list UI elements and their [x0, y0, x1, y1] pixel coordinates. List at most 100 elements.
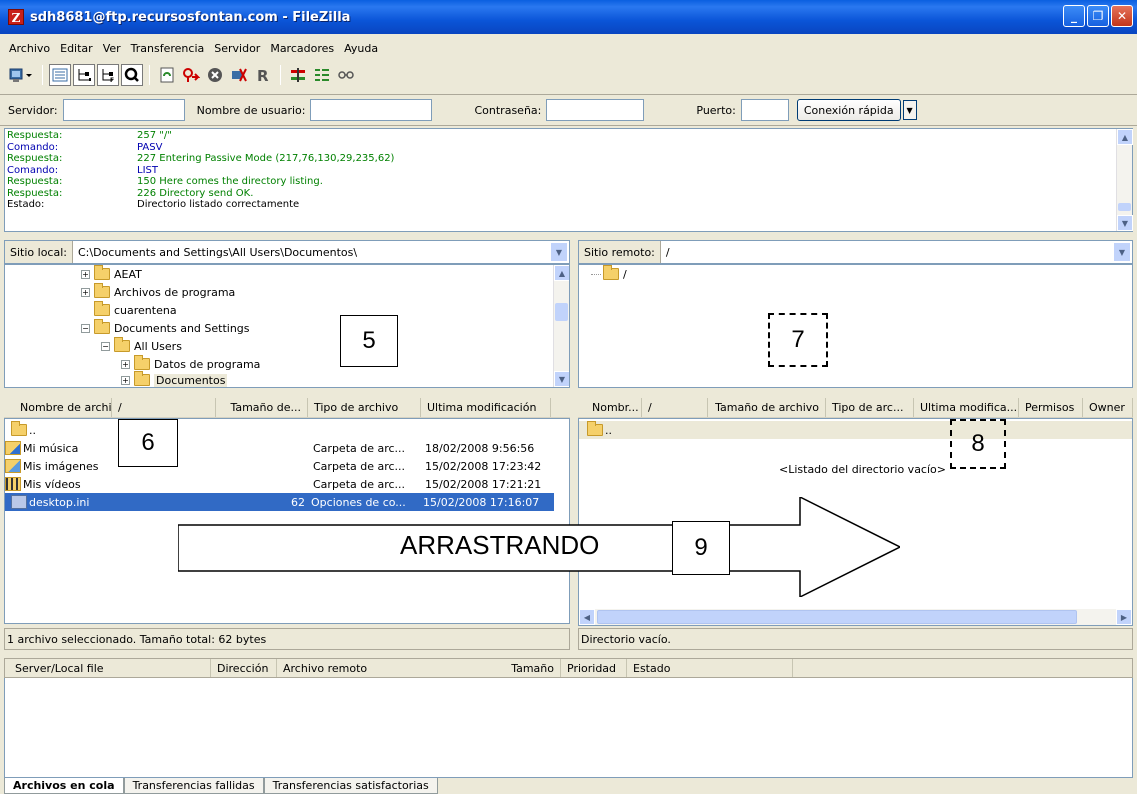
chevron-down-icon[interactable]: ▼ [551, 243, 567, 261]
folder-icon [94, 265, 110, 280]
local-path-input[interactable]: C:\Documents and Settings\All Users\Docu… [73, 246, 551, 259]
tree-item[interactable]: cuarentena [94, 301, 177, 319]
collapse-icon[interactable]: − [81, 323, 90, 333]
log-scroll-thumb[interactable] [1118, 203, 1131, 211]
scroll-left-icon[interactable]: ◀ [579, 609, 595, 625]
minimize-button[interactable]: _ [1063, 5, 1085, 27]
col-filename[interactable]: Nombr... [578, 398, 642, 417]
toolbar-separator [42, 65, 43, 85]
col-permissions[interactable]: Permisos [1019, 398, 1083, 417]
col-server-local-file[interactable]: Server/Local file [5, 659, 211, 677]
menu-marcadores[interactable]: Marcadores [265, 42, 339, 55]
col-type[interactable]: Tipo de arc... [826, 398, 914, 417]
reconnect-icon[interactable]: R [252, 64, 274, 86]
menu-servidor[interactable]: Servidor [209, 42, 265, 55]
expand-icon[interactable]: + [81, 287, 90, 297]
folder-up-icon [11, 421, 27, 436]
toggle-log-icon[interactable] [49, 64, 71, 86]
maximize-button[interactable]: ❐ [1087, 5, 1109, 27]
log-scrollbar[interactable]: ▲ ▼ [1116, 129, 1133, 231]
tree-item[interactable]: / [591, 265, 627, 283]
tree-item[interactable]: − Documents and Settings [81, 319, 250, 337]
folder-icon [134, 371, 150, 386]
remote-list-header: Nombr... / Tamaño de archivo Tipo de arc… [578, 398, 1133, 418]
filter-icon[interactable] [287, 64, 309, 86]
col-size[interactable]: Tamaño de archivo [708, 398, 826, 417]
annotation-7: 7 [768, 313, 828, 367]
username-input[interactable] [310, 99, 433, 121]
scroll-right-icon[interactable]: ▶ [1116, 609, 1132, 625]
tab-successful-transfers[interactable]: Transferencias satisfactorias [263, 778, 438, 794]
expand-icon[interactable]: + [121, 375, 130, 385]
toggle-local-tree-icon[interactable] [73, 64, 95, 86]
video-folder-icon [5, 477, 21, 491]
transfer-queue [4, 678, 1133, 778]
menu-transferencia[interactable]: Transferencia [126, 42, 210, 55]
sync-browse-icon[interactable] [335, 64, 357, 86]
list-item[interactable]: Mi música Carpeta de arc... 18/02/2008 9:5… [5, 439, 554, 457]
toggle-remote-tree-icon[interactable]: F [97, 64, 119, 86]
scroll-down-icon[interactable]: ▼ [1117, 215, 1133, 231]
col-owner[interactable]: Owner [1083, 398, 1133, 417]
remote-status-bar: Directorio vacío. [578, 628, 1133, 650]
local-list-header: Nombre de archivo / Tamaño de... Tipo de… [4, 398, 570, 418]
col-size[interactable]: Tamaño de... [216, 398, 308, 417]
compare-icon[interactable] [311, 64, 333, 86]
menu-archivo[interactable]: Archivo [0, 42, 55, 55]
cancel-icon[interactable] [204, 64, 226, 86]
menu-ver[interactable]: Ver [98, 42, 126, 55]
quickconnect-button[interactable]: Conexión rápida [796, 99, 901, 121]
tab-queued-files[interactable]: Archivos en cola [4, 778, 124, 794]
local-tree-scrollbar[interactable]: ▲ ▼ [553, 265, 569, 387]
list-item[interactable]: .. [579, 421, 1132, 439]
password-label: Contraseña: [474, 103, 542, 117]
list-item[interactable]: Mis vídeos Carpeta de arc... 15/02/2008 17… [5, 475, 554, 493]
tree-item[interactable]: + Archivos de programa [81, 283, 235, 301]
chevron-down-icon[interactable]: ▼ [1114, 243, 1130, 261]
list-item[interactable]: Mis imágenes Carpeta de arc... 15/02/2008 … [5, 457, 554, 475]
remote-path-bar: Sitio remoto: / ▼ [578, 240, 1133, 264]
tree-item[interactable]: − All Users [101, 337, 182, 355]
menu-editar[interactable]: Editar [55, 42, 98, 55]
collapse-icon[interactable]: − [101, 341, 110, 351]
col-priority[interactable]: Prioridad [561, 659, 627, 677]
tab-failed-transfers[interactable]: Transferencias fallidas [123, 778, 264, 794]
col-status[interactable]: Estado [627, 659, 793, 677]
port-input[interactable] [740, 99, 789, 121]
toggle-queue-icon[interactable] [121, 64, 143, 86]
log-row: Respuesta: 257 "/" [7, 130, 172, 141]
quickconnect-dropdown-icon[interactable]: ▼ [902, 100, 917, 120]
local-path-bar: Sitio local: C:\Documents and Settings\A… [4, 240, 570, 264]
disconnect-icon[interactable] [228, 64, 250, 86]
col-direction[interactable]: Dirección [211, 659, 277, 677]
col-type[interactable]: Tipo de archivo [308, 398, 421, 417]
col-filename[interactable]: Nombre de archivo [4, 398, 112, 417]
remote-path-input[interactable]: / [661, 246, 1114, 259]
host-input[interactable] [62, 99, 185, 121]
toolbar: F R [6, 62, 357, 88]
refresh-icon[interactable] [156, 64, 178, 86]
col-size[interactable]: Tamaño [505, 659, 561, 677]
process-queue-icon[interactable] [180, 64, 202, 86]
expand-icon[interactable]: + [121, 359, 130, 369]
port-label: Puerto: [696, 103, 736, 117]
col-modified[interactable]: Ultima modifica... [914, 398, 1019, 417]
tree-item-selected[interactable]: + Documentos [121, 371, 228, 387]
scroll-up-icon[interactable]: ▲ [554, 265, 569, 281]
local-tree-scroll-thumb[interactable] [555, 303, 568, 321]
site-manager-icon[interactable] [6, 64, 36, 86]
col-modified[interactable]: Ultima modificación [421, 398, 551, 417]
expand-icon[interactable]: + [81, 269, 90, 279]
remote-hscroll-thumb[interactable] [597, 610, 1077, 624]
annotation-6: 6 [118, 419, 178, 467]
annotation-8: 8 [950, 419, 1006, 469]
scroll-up-icon[interactable]: ▲ [1117, 129, 1133, 145]
remote-list-hscrollbar[interactable]: ◀ ▶ [579, 609, 1132, 625]
menu-ayuda[interactable]: Ayuda [339, 42, 383, 55]
password-input[interactable] [546, 99, 645, 121]
list-item[interactable]: .. [5, 421, 554, 439]
empty-directory-text: <Listado del directorio vacío> [779, 463, 946, 476]
close-button[interactable]: ✕ [1111, 5, 1133, 27]
tree-item[interactable]: + AEAT [81, 265, 142, 283]
scroll-down-icon[interactable]: ▼ [554, 371, 569, 387]
